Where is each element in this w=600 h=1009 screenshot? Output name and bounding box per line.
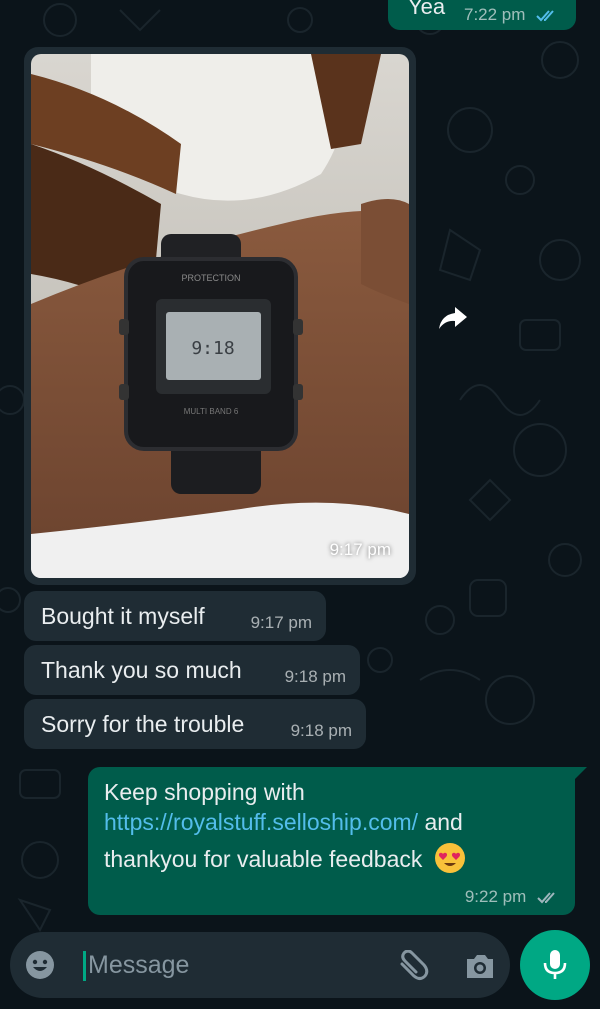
emoji-icon	[26, 951, 54, 979]
message-bubble-incoming[interactable]: Sorry for the trouble 9:18 pm	[24, 699, 366, 749]
double-check-icon	[536, 10, 554, 22]
camera-icon	[467, 955, 493, 978]
message-text-line: thankyou for valuable feedback	[104, 843, 465, 873]
microphone-icon	[543, 950, 567, 979]
svg-text:PROTECTION: PROTECTION	[181, 273, 240, 283]
message-bubble-incoming[interactable]: Thank you so much 9:18 pm	[24, 645, 360, 695]
double-check-icon	[537, 892, 555, 904]
message-meta: 9:22 pm	[465, 887, 559, 907]
message-meta: 7:22 pm	[464, 5, 558, 25]
photo-message[interactable]: PROTECTION 9:18 MULTI BAND 6 9:17 pm	[24, 47, 416, 585]
svg-text:9:18: 9:18	[191, 338, 234, 359]
message-text: Yea	[408, 0, 446, 19]
message-text: Sorry for the trouble	[41, 711, 245, 737]
message-time: 9:22 pm	[464, 887, 527, 906]
message-link[interactable]: https://royalstuff.selloship.com/	[104, 809, 418, 835]
message-text-line: https://royalstuff.selloship.com/ and	[104, 809, 463, 836]
message-bubble-outgoing[interactable]: Yea 7:22 pm	[388, 0, 576, 30]
message-text: Bought it myself	[41, 603, 205, 629]
message-text: Thank you so much	[41, 657, 242, 683]
bubble-tail	[573, 767, 587, 781]
message-time: 9:17 pm	[329, 540, 391, 559]
paperclip-icon	[400, 949, 429, 980]
message-text: thankyou for valuable feedback	[104, 846, 423, 872]
svg-text:MULTI BAND 6: MULTI BAND 6	[184, 407, 239, 416]
attach-button[interactable]	[396, 949, 430, 982]
message-time: 7:22 pm	[464, 5, 526, 24]
message-time: 9:17 pm	[250, 613, 312, 632]
message-time: 9:18 pm	[290, 721, 352, 740]
forward-button[interactable]	[430, 298, 476, 338]
message-text: Keep shopping with	[104, 779, 305, 805]
forward-icon	[439, 307, 467, 329]
message-text: and	[418, 809, 463, 835]
text-cursor	[83, 951, 86, 981]
emoji-button[interactable]	[24, 949, 56, 981]
message-bubble-outgoing[interactable]: Keep shopping with https://royalstuff.se…	[88, 767, 587, 915]
message-bubble-incoming[interactable]: Bought it myself 9:17 pm	[24, 591, 326, 641]
message-composer	[10, 932, 510, 998]
voice-message-button[interactable]	[520, 930, 590, 1000]
camera-button[interactable]	[463, 950, 497, 982]
heart-eyes-emoji-icon	[434, 843, 465, 873]
message-time: 9:18 pm	[284, 667, 346, 686]
message-input[interactable]	[88, 944, 378, 986]
wristwatch-photo[interactable]: PROTECTION 9:18 MULTI BAND 6 9:17 pm	[31, 54, 409, 578]
